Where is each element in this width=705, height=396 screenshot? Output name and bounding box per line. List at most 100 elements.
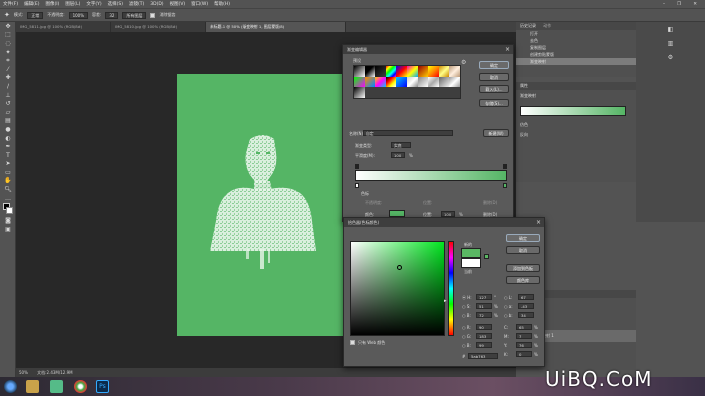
antialias-checkbox[interactable] — [150, 12, 156, 18]
properties-tab[interactable]: 属性 — [516, 82, 636, 90]
gradient-preview[interactable] — [520, 106, 626, 116]
menu-type[interactable]: 文字(Y) — [86, 1, 101, 7]
l-field[interactable]: 67 — [518, 294, 534, 300]
a-field[interactable]: -43 — [518, 303, 534, 309]
cancel-button[interactable]: 取消 — [479, 73, 509, 81]
menu-layer[interactable]: 图层(L) — [65, 1, 80, 7]
dodge-tool-icon[interactable]: ◐ — [0, 134, 16, 143]
settings-icon[interactable]: ⚙ — [636, 50, 705, 64]
color-stop-right[interactable] — [503, 183, 507, 188]
menu-window[interactable]: 窗口(W) — [191, 1, 208, 7]
brush-tool-icon[interactable]: ∕ — [0, 82, 16, 91]
magic-wand-icon[interactable]: ✦ — [4, 11, 10, 19]
restore-button[interactable]: ❐ — [677, 2, 681, 7]
zoom-level[interactable]: 50% — [19, 370, 28, 375]
history-item[interactable]: 复制图层 — [516, 44, 636, 51]
doc-tab-2[interactable]: IMG_5810.jpg @ 100% (RGB/8#) — [111, 22, 206, 32]
start-button-icon[interactable] — [4, 380, 17, 393]
explorer-icon[interactable] — [26, 380, 39, 393]
save-button[interactable]: 存储(S)... — [479, 99, 509, 107]
doc-tab-1[interactable]: IMG_5811.jpg @ 100% (RGB/8#) — [16, 22, 111, 32]
history-item[interactable]: 创建剪贴蒙版 — [516, 51, 636, 58]
g-field[interactable]: 183 — [476, 333, 492, 339]
history-tab[interactable]: 历史记录 动作 — [516, 22, 636, 30]
b-field[interactable]: 72 — [476, 312, 492, 318]
s-field[interactable]: 51 — [476, 303, 492, 309]
libraries-icon[interactable]: ▥ — [636, 36, 705, 50]
b-lab-field[interactable]: 34 — [518, 312, 534, 318]
history-item[interactable]: 打开 — [516, 30, 636, 37]
new-button[interactable]: 新建(W) — [483, 129, 509, 137]
load-button[interactable]: 载入(L)... — [479, 85, 509, 93]
opacity-stop-left[interactable] — [355, 164, 359, 169]
zoom-tool-icon[interactable]: 🔍︎ — [0, 185, 16, 194]
ok-button[interactable]: 确定 — [479, 61, 509, 69]
sample-select[interactable]: 所有图层 — [122, 11, 147, 19]
saturation-brightness-field[interactable] — [350, 241, 445, 336]
crop-tool-icon[interactable]: ⌗ — [0, 56, 16, 65]
eraser-tool-icon[interactable]: ▱ — [0, 108, 16, 117]
h-field[interactable]: 127 — [476, 294, 492, 300]
menu-filter[interactable]: 滤镜(T) — [129, 1, 144, 7]
menu-3d[interactable]: 3D(D) — [150, 2, 163, 7]
gradient-presets[interactable] — [353, 65, 461, 99]
opacity-stop-right[interactable] — [503, 164, 507, 169]
eyedropper-tool-icon[interactable]: ⁄ — [0, 65, 16, 74]
history-brush-icon[interactable]: ↺ — [0, 99, 16, 108]
color-stop-left[interactable] — [355, 183, 359, 188]
pen-tool-icon[interactable]: ✒ — [0, 142, 16, 151]
type-select[interactable]: 实底 — [391, 142, 411, 148]
web-only-checkbox[interactable] — [350, 340, 355, 345]
close-icon[interactable]: × — [536, 218, 541, 227]
add-to-swatches-button[interactable]: 添加到色板 — [506, 264, 540, 272]
cancel-button[interactable]: 取消 — [506, 246, 540, 254]
k-field[interactable]: 0 — [516, 351, 532, 357]
hue-slider[interactable] — [448, 241, 454, 336]
mode-select[interactable]: 正常 — [27, 11, 44, 19]
photoshop-icon[interactable]: Ps — [96, 380, 109, 393]
r-field[interactable]: 90 — [476, 324, 492, 330]
reverse-option[interactable]: 反向 — [516, 130, 636, 140]
menu-view[interactable]: 视图(V) — [170, 1, 186, 7]
stamp-tool-icon[interactable]: ⊥ — [0, 91, 16, 100]
dither-option[interactable]: 仿色 — [516, 120, 636, 130]
c-field[interactable]: 65 — [516, 324, 532, 330]
menu-select[interactable]: 选择(S) — [108, 1, 123, 7]
hue-slider-handle[interactable]: ▸ — [444, 298, 447, 304]
history-item[interactable]: 去色 — [516, 37, 636, 44]
stop-delete-label[interactable]: 删除(D) — [483, 200, 497, 206]
presets-gear-icon[interactable]: ⚙ — [461, 59, 466, 66]
magic-wand-tool-icon[interactable]: ✦ — [0, 48, 16, 57]
path-select-icon[interactable]: ➤ — [0, 160, 16, 169]
color-picker-cursor[interactable] — [397, 265, 402, 270]
gradient-tool-icon[interactable]: ▤ — [0, 117, 16, 126]
m-field[interactable]: 7 — [516, 333, 532, 339]
marquee-tool-icon[interactable]: ⬚ — [0, 31, 16, 40]
stop-color-swatch[interactable] — [389, 210, 405, 217]
adjustments-icon[interactable]: ◧ — [636, 22, 705, 36]
shape-tool-icon[interactable]: ▭ — [0, 168, 16, 177]
tolerance-field[interactable]: 32 — [105, 11, 119, 19]
healing-tool-icon[interactable]: ✚ — [0, 74, 16, 83]
folder-icon[interactable] — [50, 380, 63, 393]
name-field[interactable]: 自定 — [363, 130, 453, 136]
ok-button[interactable]: 确定 — [506, 234, 540, 242]
history-item[interactable]: 渐变映射 — [516, 58, 636, 65]
menu-image[interactable]: 图像(I) — [45, 1, 59, 7]
lasso-tool-icon[interactable]: ◌ — [0, 39, 16, 48]
menu-edit[interactable]: 编辑(E) — [24, 1, 39, 7]
opacity-field[interactable]: 100% — [68, 11, 89, 19]
chrome-icon[interactable] — [74, 380, 87, 393]
menu-file[interactable]: 文件(F) — [3, 1, 18, 7]
color-libraries-button[interactable]: 颜色库 — [506, 276, 540, 284]
minimize-button[interactable]: – — [663, 2, 665, 7]
web-safe-warning-icon[interactable] — [484, 254, 489, 259]
menu-help[interactable]: 帮助(H) — [214, 1, 230, 7]
smoothness-field[interactable]: 100 — [391, 152, 405, 158]
current-color-swatch[interactable] — [461, 258, 481, 268]
hex-field[interactable]: 5ab763 — [468, 353, 498, 359]
hand-tool-icon[interactable]: ✋ — [0, 177, 16, 186]
move-tool-icon[interactable]: ✥ — [0, 22, 16, 31]
close-icon[interactable]: × — [505, 45, 510, 54]
doc-tab-3[interactable]: 未标题-1 @ 50% (渐变映射 1, 图层蒙版/8) — [206, 22, 346, 32]
